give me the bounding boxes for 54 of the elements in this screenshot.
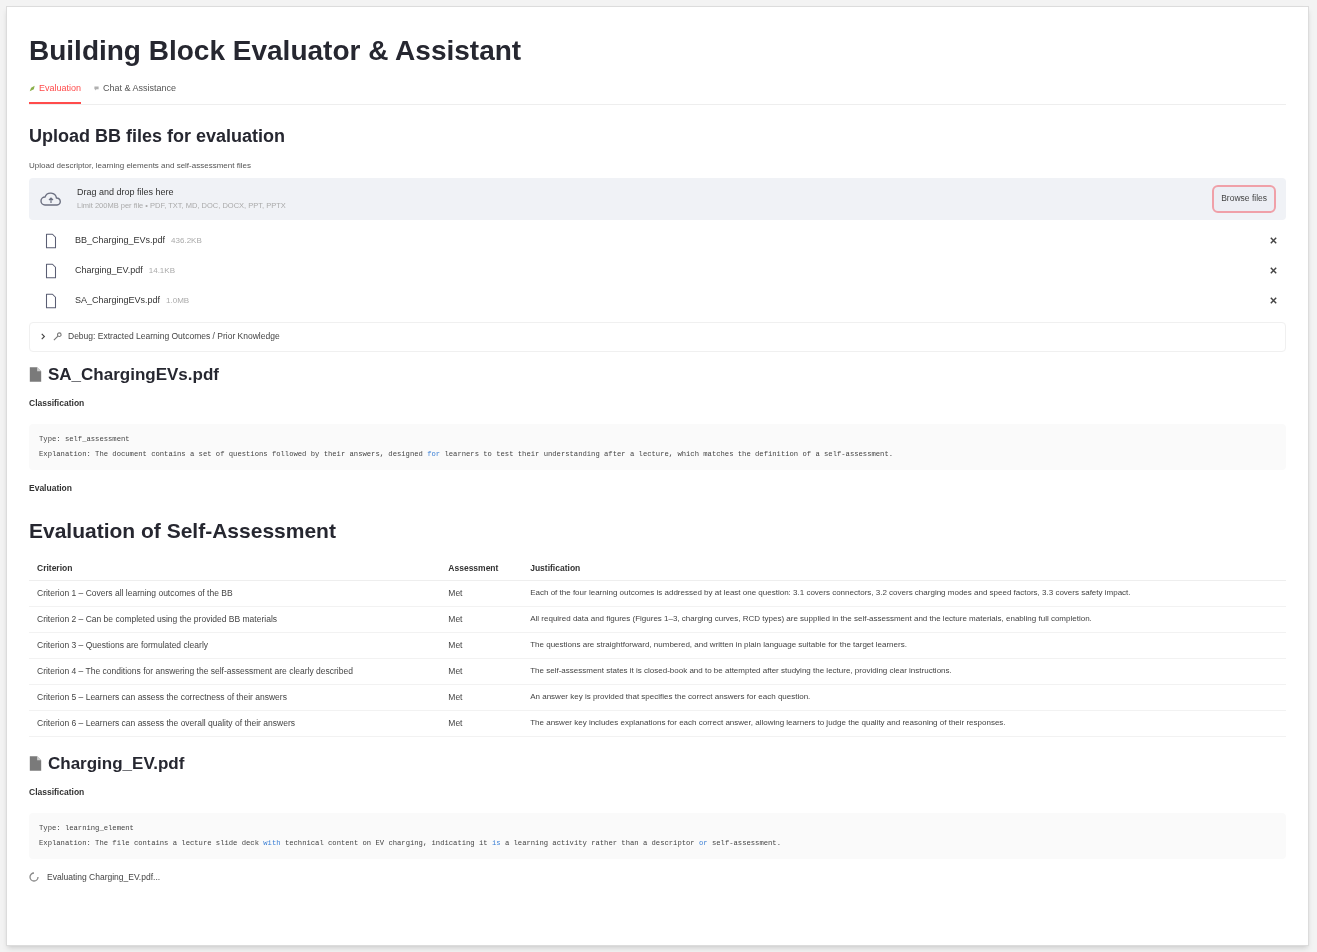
classification-label: Classification xyxy=(29,786,86,799)
file-icon xyxy=(45,232,57,249)
upload-label: Upload descriptor, learning elements and self-assessment files xyxy=(29,159,252,172)
file-name: Charging_EV.pdf xyxy=(75,263,143,277)
document-icon xyxy=(29,754,42,772)
file-heading: SA_ChargingEVs.pdf xyxy=(48,363,219,386)
tab[interactable]: Chat & Assistance xyxy=(93,82,177,104)
column-header: Justification xyxy=(522,558,1286,580)
table-cell: Criterion 2 – Can be completed using the provided BB materials xyxy=(29,606,441,632)
document-icon xyxy=(29,365,42,383)
close-icon xyxy=(1269,266,1278,275)
table-cell: The questions are straightforward, numbered, and written in plain language suitable for the target learners. xyxy=(522,632,1286,658)
table-cell: Met xyxy=(440,632,523,658)
classification-label: Classification xyxy=(29,397,86,410)
file-name: SA_ChargingEVs.pdf xyxy=(75,293,161,307)
key-icon xyxy=(53,332,62,341)
file-size: 14.1KB xyxy=(148,264,176,277)
column-header: Criterion xyxy=(29,558,441,580)
file-icon xyxy=(45,292,57,309)
table-cell: The self-assessment states it is closed-book and to be attempted after studying the lecture, providing clear instructions. xyxy=(522,658,1286,684)
table-cell: All required data and figures (Figures 1–3, charging curves, RCD types) are supplied in the self-assessment and the lecture materials, enabling full completion. xyxy=(522,606,1286,632)
dropzone-text: Drag and drop files here xyxy=(77,186,175,200)
evaluation-heading: Evaluation of Self-Assessment xyxy=(29,517,337,544)
evaluation-label: Evaluation xyxy=(29,481,73,495)
file-icon xyxy=(45,262,57,279)
browse-files-button[interactable]: Browse files xyxy=(1212,184,1276,213)
table-cell: Criterion 4 – The conditions for answering the self-assessment are clearly described xyxy=(29,658,441,684)
section-heading: Upload BB files for evaluation xyxy=(29,124,287,148)
table-cell: Met xyxy=(440,710,523,736)
expander-label: Debug: Extracted Learning Outcomes / Prior Knowledge xyxy=(68,330,280,343)
spinner-icon xyxy=(29,872,39,883)
file-heading: Charging_EV.pdf xyxy=(48,752,185,775)
file-name: BB_Charging_EVs.pdf xyxy=(75,233,166,247)
table-cell: Each of the four learning outcomes is addressed by at least one question: 3.1 covers connectors, 3.2 covers charging modes and speed factors, 3.3 covers safety impact. xyxy=(522,580,1286,606)
table-cell: Criterion 1 – Covers all learning outcomes of the BB xyxy=(29,580,441,606)
status-text: Evaluating Charging_EV.pdf... xyxy=(47,870,161,884)
table-cell: Met xyxy=(440,580,523,606)
table-cell: Criterion 5 – Learners can assess the correctness of their answers xyxy=(29,684,441,710)
file-size: 1.0MB xyxy=(166,294,191,307)
table-cell: Met xyxy=(440,684,523,710)
chevron-right-icon xyxy=(40,333,47,340)
debug-expander[interactable]: Debug: Extracted Learning Outcomes / Prior Knowledge xyxy=(29,321,1286,352)
file-size: 436.2KB xyxy=(171,234,203,247)
close-icon xyxy=(1269,296,1278,305)
cloud-upload-icon xyxy=(39,190,63,207)
table-cell: Criterion 3 – Questions are formulated clearly xyxy=(29,632,441,658)
table-cell: Met xyxy=(440,658,523,684)
page-title: Building Block Evaluator & Assistant xyxy=(29,34,523,68)
column-header: Assessment xyxy=(440,558,523,580)
table-cell: Met xyxy=(440,606,523,632)
table-cell: The answer key includes explanations for each correct answer, allowing learners to judge the quality and reasoning of their responses. xyxy=(522,710,1286,736)
table-cell: Criterion 6 – Learners can assess the overall quality of their answers xyxy=(29,710,441,736)
close-icon xyxy=(1269,236,1278,245)
table-cell: An answer key is provided that specifies the correct answers for each question. xyxy=(522,684,1286,710)
